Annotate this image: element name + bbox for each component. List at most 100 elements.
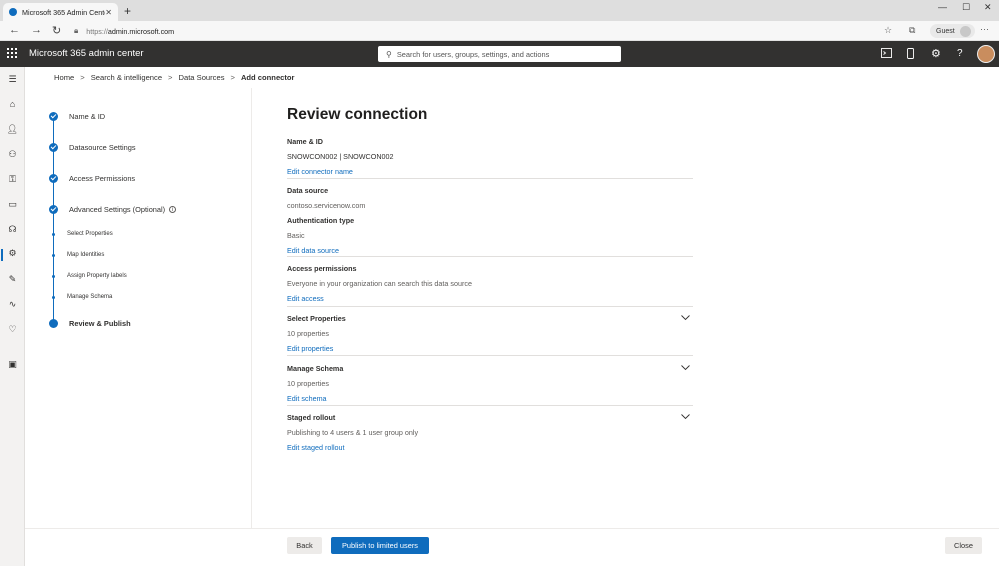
substep-manage-schema[interactable]: Manage Schema — [52, 294, 112, 300]
connector-name-value: SNOWCON002 | SNOWCON002 — [287, 152, 394, 161]
search-input[interactable]: ⚲ Search for users, groups, settings, an… — [378, 46, 621, 62]
substep-select-properties[interactable]: Select Properties — [52, 231, 113, 237]
edit-staged-rollout-link[interactable]: Edit staged rollout — [287, 443, 693, 452]
help-icon[interactable]: ? — [957, 48, 963, 59]
step-name-id[interactable]: Name & ID — [49, 112, 105, 121]
maximize-button[interactable]: ☐ — [962, 2, 970, 13]
setup-wrench-icon[interactable]: ✎ — [0, 274, 25, 285]
name-id-section: Name & ID SNOWCON002 | SNOWCON002 Edit c… — [287, 137, 693, 176]
new-tab-button[interactable]: + — [124, 4, 131, 18]
access-value: Everyone in your organization can search… — [287, 279, 472, 288]
step-access-permissions[interactable]: Access Permissions — [49, 174, 135, 183]
settings-gear-icon[interactable]: ⚙ — [931, 47, 941, 60]
roles-icon[interactable]: ⚿ — [0, 174, 25, 185]
section-heading: Staged rollout — [287, 413, 336, 422]
close-button[interactable]: Close — [945, 537, 982, 554]
minimize-button[interactable]: — — [938, 2, 947, 12]
health-icon[interactable]: ♡ — [0, 324, 25, 335]
app-launcher-icon[interactable] — [7, 48, 17, 58]
exchange-app-icon[interactable]: ▣ — [0, 359, 25, 370]
breadcrumb-search-intelligence[interactable]: Search & intelligence — [91, 73, 162, 82]
back-button[interactable]: Back — [287, 537, 322, 554]
step-label: Access Permissions — [69, 174, 136, 183]
url-host: admin.microsoft.com — [107, 26, 175, 36]
edit-connector-name-link[interactable]: Edit connector name — [287, 167, 693, 176]
window-close-button[interactable]: ✕ — [984, 2, 992, 13]
home-icon[interactable]: ⌂ — [0, 99, 25, 109]
substep-label: Manage Schema — [67, 294, 113, 300]
chevron-down-icon[interactable] — [681, 363, 690, 372]
step-label: Advanced Settings (Optional) — [69, 205, 166, 214]
left-nav-rail: ☰ ⌂ 👤︎ ⚇ ⚿ ▭ ☊ ⚙ ✎ ∿ ♡ ▣ — [0, 67, 25, 566]
profile-avatar-icon — [959, 25, 971, 37]
breadcrumb-home[interactable]: Home — [54, 73, 74, 82]
back-arrow-icon[interactable]: ← — [9, 24, 20, 36]
more-options-icon[interactable]: ··· — [980, 24, 989, 34]
app-title[interactable]: Microsoft 365 admin center — [29, 48, 144, 59]
section-heading: Data source — [287, 186, 329, 195]
reports-icon[interactable]: ∿ — [0, 299, 25, 310]
user-avatar[interactable] — [977, 45, 995, 63]
teams-groups-icon[interactable]: ⚇ — [0, 149, 25, 160]
substep-dot-icon — [52, 274, 55, 278]
terminal-icon[interactable] — [881, 48, 892, 61]
substep-label: Map Identities — [67, 252, 105, 258]
collections-icon[interactable]: ⧉ — [909, 25, 915, 36]
edit-schema-link[interactable]: Edit schema — [287, 394, 693, 403]
lock-icon: 🔒︎ — [74, 26, 79, 35]
step-advanced-settings[interactable]: Advanced Settings (Optional) i — [49, 205, 177, 214]
step-complete-icon — [49, 174, 58, 183]
divider — [287, 405, 693, 406]
settings-icon[interactable]: ⚙ — [0, 248, 25, 259]
profile-label: Guest — [936, 27, 955, 35]
footer-divider — [25, 528, 999, 529]
section-heading: Select Properties — [287, 314, 346, 323]
edit-data-source-link[interactable]: Edit data source — [287, 246, 693, 255]
search-icon: ⚲ — [386, 49, 392, 59]
breadcrumb-data-sources[interactable]: Data Sources — [178, 73, 224, 82]
manage-schema-section[interactable]: Manage Schema 10 properties Edit schema — [287, 364, 693, 403]
chevron-right-icon: > — [168, 73, 173, 82]
browser-tab[interactable]: Microsoft 365 Admin Center ✕ — [3, 3, 118, 21]
edit-properties-link[interactable]: Edit properties — [287, 344, 693, 353]
staged-rollout-section[interactable]: Staged rollout Publishing to 4 users & 1… — [287, 413, 693, 452]
mobile-icon[interactable] — [907, 48, 914, 62]
chevron-right-icon: > — [80, 73, 85, 82]
divider — [287, 178, 693, 179]
select-properties-section[interactable]: Select Properties 10 properties Edit pro… — [287, 314, 693, 353]
step-review-publish[interactable]: Review & Publish — [49, 319, 131, 328]
step-datasource-settings[interactable]: Datasource Settings — [49, 143, 136, 152]
substep-map-identities[interactable]: Map Identities — [52, 252, 104, 258]
schema-count: 10 properties — [287, 379, 329, 388]
step-label: Review & Publish — [69, 319, 131, 328]
wizard-stepper: Name & ID Datasource Settings Access Per… — [25, 88, 252, 528]
refresh-icon[interactable]: ↻ — [52, 24, 61, 37]
url-scheme: https:// — [86, 26, 108, 36]
billing-icon[interactable]: ▭ — [0, 199, 25, 210]
substep-label: Assign Property labels — [67, 273, 127, 279]
page-title: Review connection — [287, 106, 428, 123]
divider — [287, 256, 693, 257]
user-icon[interactable]: 👤︎ — [0, 124, 25, 135]
info-icon[interactable]: i — [169, 206, 177, 213]
tab-close-icon[interactable]: ✕ — [105, 8, 112, 17]
support-headset-icon[interactable]: ☊ — [0, 224, 25, 235]
step-complete-icon — [49, 143, 58, 152]
forward-arrow-icon[interactable]: → — [31, 24, 42, 36]
divider — [287, 355, 693, 356]
edit-access-link[interactable]: Edit access — [287, 294, 693, 303]
step-complete-icon — [49, 112, 58, 121]
chevron-down-icon[interactable] — [681, 313, 690, 322]
favorites-star-icon[interactable]: ☆ — [884, 25, 892, 36]
auth-type-heading: Authentication type — [287, 216, 355, 225]
substep-assign-property-labels[interactable]: Assign Property labels — [52, 273, 127, 279]
divider — [287, 306, 693, 307]
browser-tab-title: Microsoft 365 Admin Center — [22, 7, 106, 17]
publish-to-limited-users-button[interactable]: Publish to limited users — [331, 537, 429, 554]
chevron-down-icon[interactable] — [681, 412, 690, 421]
url-field[interactable]: 🔒︎ https://admin.microsoft.com — [74, 24, 864, 38]
profile-button[interactable]: Guest — [930, 24, 975, 38]
hamburger-menu-icon[interactable]: ☰ — [0, 74, 25, 85]
step-label: Name & ID — [69, 112, 106, 121]
auth-type-value: Basic — [287, 231, 305, 240]
